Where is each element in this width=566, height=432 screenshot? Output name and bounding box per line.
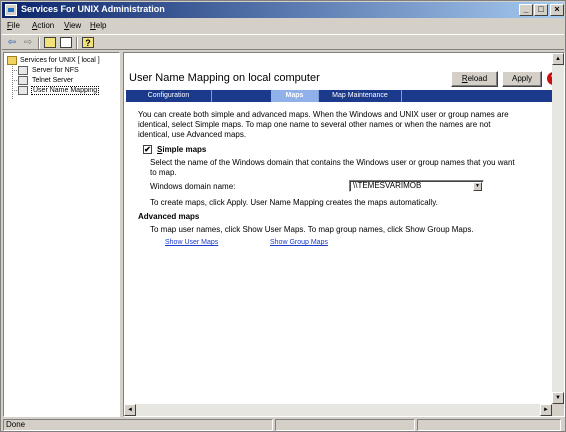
window-title: Services For UNIX Administration bbox=[21, 4, 165, 14]
menu-bar: File Action View Help bbox=[2, 19, 564, 33]
advanced-maps-heading: Advanced maps bbox=[138, 212, 200, 221]
page-title: User Name Mapping on local computer bbox=[129, 72, 320, 84]
scroll-right-button[interactable]: ► bbox=[540, 404, 552, 416]
simple-maps-checkbox[interactable]: ✔ bbox=[143, 145, 152, 154]
intro-text-line3: identical, use Advanced maps. bbox=[138, 130, 247, 139]
simple-maps-text: imple maps bbox=[162, 145, 207, 154]
domain-name-label: Windows domain name: bbox=[150, 182, 236, 191]
forward-arrow-icon[interactable]: ⇨ bbox=[22, 37, 34, 48]
details-pane: User Name Mapping on local computer Relo… bbox=[123, 52, 565, 417]
reload-label: eload bbox=[467, 74, 488, 83]
status-text: Done bbox=[3, 419, 273, 431]
maximize-button[interactable]: □ bbox=[534, 4, 548, 16]
menu-action-label: ction bbox=[37, 21, 55, 30]
advanced-maps-text: To map user names, click Show User Maps.… bbox=[150, 225, 474, 234]
status-bar: Done bbox=[2, 418, 564, 431]
intro-text-line1: You can create both simple and advanced … bbox=[138, 110, 509, 119]
toolbar: ⇦ ⇨ ? bbox=[2, 34, 564, 50]
show-user-maps-link[interactable]: Show User Maps bbox=[165, 238, 218, 248]
properties-help-icon[interactable]: ? bbox=[82, 37, 94, 48]
toolbar-separator bbox=[38, 37, 40, 49]
simple-maps-label[interactable]: Simple maps bbox=[157, 145, 206, 155]
status-panel bbox=[417, 419, 561, 431]
app-window: Services For UNIX Administration _ □ × F… bbox=[0, 0, 566, 432]
folder-icon bbox=[7, 56, 17, 65]
tree-item-server-for-nfs[interactable]: Server for NFS bbox=[32, 67, 79, 74]
apply-button[interactable]: Apply bbox=[502, 71, 542, 87]
domain-name-select[interactable]: \\TEMESVARIMOB ▼ bbox=[349, 180, 484, 192]
scroll-down-button[interactable]: ▼ bbox=[552, 392, 564, 404]
tree-item-user-name-mapping[interactable]: User Name Mapping bbox=[31, 86, 100, 95]
domain-name-value: \\TEMESVARIMOB bbox=[353, 181, 422, 190]
show-group-maps-link[interactable]: Show Group Maps bbox=[270, 238, 328, 248]
menu-file-label: ile bbox=[11, 21, 20, 30]
create-maps-text: To create maps, click Apply. User Name M… bbox=[150, 198, 438, 207]
tree-item-telnet-server[interactable]: Telnet Server bbox=[32, 77, 73, 84]
tab-maps[interactable]: Maps bbox=[271, 90, 319, 102]
up-folder-icon[interactable] bbox=[44, 37, 56, 48]
app-icon bbox=[5, 4, 17, 16]
horizontal-scrollbar[interactable]: ◄ ► bbox=[124, 404, 552, 416]
menu-help[interactable]: Help bbox=[90, 21, 106, 30]
server-icon bbox=[18, 66, 28, 75]
title-bar[interactable]: Services For UNIX Administration _ □ × bbox=[2, 2, 564, 18]
server-icon bbox=[18, 86, 28, 95]
chevron-down-icon[interactable]: ▼ bbox=[473, 182, 482, 191]
tab-map-maintenance[interactable]: Map Maintenance bbox=[319, 90, 402, 102]
back-arrow-icon[interactable]: ⇦ bbox=[6, 37, 18, 48]
tab-configuration[interactable]: Configuration bbox=[126, 90, 212, 102]
menu-file[interactable]: File bbox=[7, 21, 20, 30]
vertical-scrollbar[interactable]: ▲ ▼ bbox=[552, 53, 564, 404]
domain-description-line1: Select the name of the Windows domain th… bbox=[150, 158, 515, 167]
scroll-up-button[interactable]: ▲ bbox=[552, 53, 564, 65]
server-icon bbox=[18, 76, 28, 85]
tree-root[interactable]: Services for UNIX [ local ] bbox=[20, 57, 100, 64]
scroll-left-button[interactable]: ◄ bbox=[124, 404, 136, 416]
menu-action[interactable]: Action bbox=[32, 21, 54, 30]
menu-view[interactable]: View bbox=[64, 21, 81, 30]
console-tree: Services for UNIX [ local ] Server for N… bbox=[3, 52, 120, 417]
reload-button[interactable]: Reload bbox=[451, 71, 498, 87]
minimize-button[interactable]: _ bbox=[519, 4, 533, 16]
menu-help-label: elp bbox=[95, 21, 107, 30]
toolbar-separator bbox=[76, 37, 78, 49]
tab-bar: Configuration Maps Map Maintenance bbox=[126, 90, 563, 102]
show-hide-tree-icon[interactable] bbox=[60, 37, 72, 48]
domain-description-line2: to map. bbox=[150, 168, 177, 177]
status-panel bbox=[275, 419, 415, 431]
intro-text-line2: identical, select Simple maps. To map on… bbox=[138, 120, 491, 129]
menu-view-label: iew bbox=[69, 21, 82, 30]
close-button[interactable]: × bbox=[550, 4, 564, 16]
scrollbar-corner bbox=[552, 404, 564, 416]
